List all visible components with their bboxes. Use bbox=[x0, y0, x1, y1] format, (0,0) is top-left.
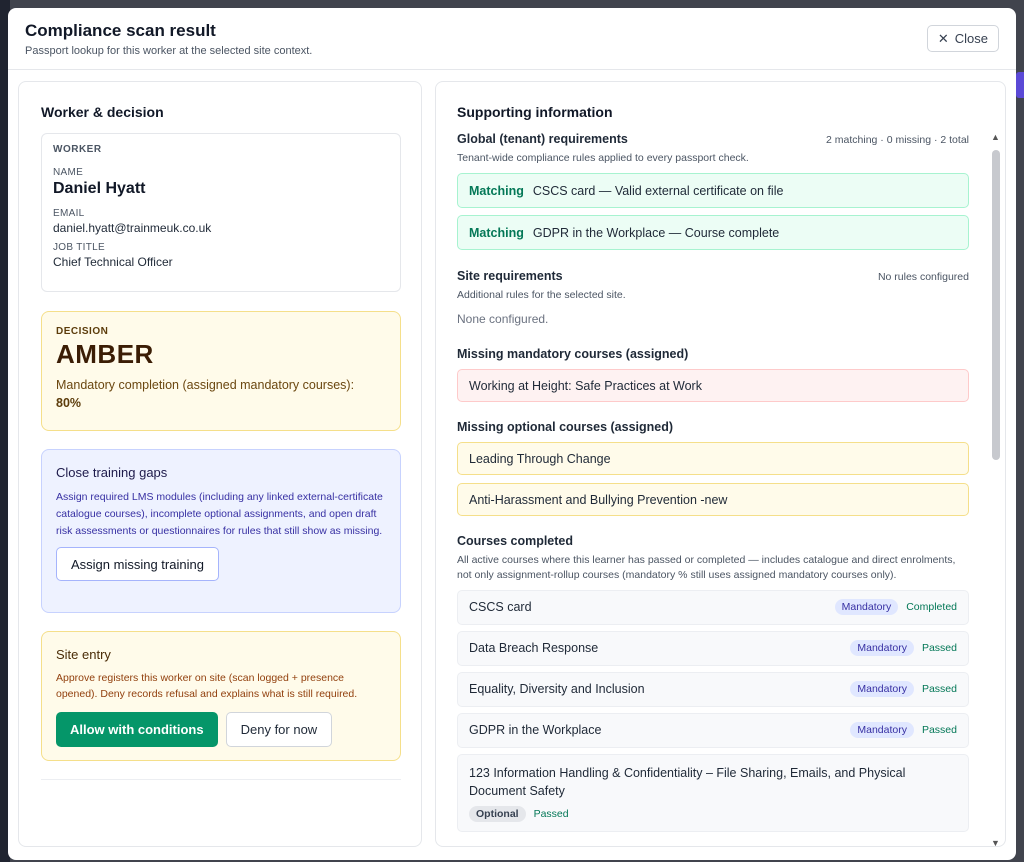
training-gaps-card: Close training gaps Assign required LMS … bbox=[41, 449, 401, 613]
matching-tag: Matching bbox=[469, 183, 524, 198]
missing-optional-title: Missing optional courses (assigned) bbox=[457, 420, 674, 435]
background-button bbox=[1016, 72, 1024, 98]
name-label: NAME bbox=[53, 167, 84, 178]
missing-mandatory-section: Missing mandatory courses (assigned) Wor… bbox=[457, 347, 969, 403]
global-requirements-description: Tenant-wide compliance rules applied to … bbox=[457, 152, 749, 164]
completed-course-row: Data Breach Response Mandatory Passed bbox=[457, 630, 969, 666]
course-name: 123 Information Handling & Confidentiali… bbox=[469, 765, 906, 798]
decision-card: DECISION AMBER Mandatory completion (ass… bbox=[41, 311, 401, 431]
modal-subtitle: Passport lookup for this worker at the s… bbox=[25, 45, 313, 57]
completed-course-row: CSCS card Mandatory Completed bbox=[457, 589, 969, 625]
requirement-item: Matching CSCS card — Valid external cert… bbox=[457, 173, 969, 209]
missing-mandatory-title: Missing mandatory courses (assigned) bbox=[457, 347, 689, 362]
worker-card: WORKER NAME Daniel Hyatt EMAIL daniel.hy… bbox=[41, 133, 401, 292]
global-requirements-summary: 2 matching · 0 missing · 2 total bbox=[826, 134, 969, 146]
courses-completed-section: Courses completed All active courses whe… bbox=[457, 534, 969, 832]
worker-name: Daniel Hyatt bbox=[53, 180, 146, 197]
site-entry-actions: Allow with conditions Deny for now bbox=[56, 711, 386, 747]
mandatory-badge: Mandatory bbox=[834, 599, 899, 616]
requirement-text: GDPR in the Workplace — Course complete bbox=[532, 225, 780, 240]
global-requirements-section: Global (tenant) requirements 2 matching … bbox=[457, 132, 969, 251]
scroll-up-arrow-icon[interactable]: ▲ bbox=[991, 132, 1000, 142]
site-requirements-section: Site requirements No rules configured Ad… bbox=[457, 269, 969, 326]
site-entry-title: Site entry bbox=[56, 647, 111, 662]
course-status: Passed bbox=[533, 807, 569, 820]
site-entry-card: Site entry Approve registers this worker… bbox=[41, 631, 401, 761]
scrollbar[interactable]: ▲ ▼ bbox=[991, 132, 1001, 846]
course-status: Passed bbox=[921, 724, 957, 737]
training-gaps-title: Close training gaps bbox=[56, 465, 168, 480]
site-requirements-title: Site requirements bbox=[457, 269, 563, 284]
mandatory-completion-percent: 80% bbox=[56, 396, 82, 411]
course-status: Passed bbox=[921, 642, 957, 655]
worker-email: daniel.hyatt@trainmeuk.co.uk bbox=[53, 221, 212, 235]
worker-decision-panel: Worker & decision WORKER NAME Daniel Hya… bbox=[18, 81, 422, 847]
optional-badge: Optional bbox=[469, 805, 526, 822]
supporting-information-scroll[interactable]: Global (tenant) requirements 2 matching … bbox=[457, 132, 969, 846]
missing-optional-item: Anti-Harassment and Bullying Prevention … bbox=[457, 483, 969, 517]
close-button-label: Close bbox=[954, 31, 988, 46]
worker-section-label: WORKER bbox=[53, 144, 102, 155]
deny-for-now-button[interactable]: Deny for now bbox=[225, 711, 333, 747]
course-status: Passed bbox=[921, 683, 957, 696]
email-label: EMAIL bbox=[53, 208, 85, 219]
missing-optional-item: Leading Through Change bbox=[457, 442, 969, 476]
course-status: Completed bbox=[906, 601, 957, 614]
courses-completed-description: All active courses where this learner ha… bbox=[457, 554, 956, 581]
completed-course-row: Equality, Diversity and Inclusion Mandat… bbox=[457, 671, 969, 707]
decision-desc-text: Mandatory completion (assigned mandatory… bbox=[56, 378, 355, 392]
course-name: Data Breach Response bbox=[469, 641, 599, 656]
modal-title: Compliance scan result bbox=[25, 21, 216, 40]
courses-completed-title: Courses completed bbox=[457, 534, 574, 549]
job-title-label: JOB TITLE bbox=[53, 242, 105, 253]
missing-optional-section: Missing optional courses (assigned) Lead… bbox=[457, 420, 969, 517]
site-entry-description: Approve registers this worker on site (s… bbox=[56, 672, 358, 700]
course-name: GDPR in the Workplace bbox=[469, 723, 602, 738]
supporting-information-panel: Supporting information Global (tenant) r… bbox=[435, 81, 1006, 847]
close-button[interactable]: ✕ Close bbox=[926, 25, 999, 52]
decision-description: Mandatory completion (assigned mandatory… bbox=[56, 376, 386, 412]
matching-tag: Matching bbox=[469, 225, 524, 240]
allow-with-conditions-button[interactable]: Allow with conditions bbox=[56, 711, 218, 747]
completed-course-row: GDPR in the Workplace Mandatory Passed bbox=[457, 712, 969, 748]
compliance-scan-modal: Compliance scan result Passport lookup f… bbox=[8, 8, 1016, 860]
close-icon: ✕ bbox=[937, 31, 949, 46]
site-requirements-summary: No rules configured bbox=[877, 271, 969, 284]
missing-mandatory-item: Working at Height: Safe Practices at Wor… bbox=[457, 369, 969, 403]
modal-header: Compliance scan result Passport lookup f… bbox=[8, 8, 1016, 70]
decision-label: DECISION bbox=[56, 326, 109, 337]
decision-value: AMBER bbox=[56, 339, 154, 369]
global-requirements-title: Global (tenant) requirements bbox=[457, 132, 628, 146]
site-requirements-none: None configured. bbox=[457, 312, 549, 327]
site-requirements-description: Additional rules for the selected site. bbox=[457, 289, 626, 302]
training-gaps-description: Assign required LMS modules (including a… bbox=[56, 491, 383, 537]
worker-job-title: Chief Technical Officer bbox=[53, 255, 173, 269]
requirement-item: Matching GDPR in the Workplace — Course … bbox=[457, 215, 969, 251]
supporting-information-title: Supporting information bbox=[457, 104, 613, 120]
worker-decision-title: Worker & decision bbox=[41, 104, 164, 120]
mandatory-badge: Mandatory bbox=[850, 722, 914, 739]
mandatory-badge: Mandatory bbox=[850, 640, 914, 657]
scroll-down-arrow-icon[interactable]: ▼ bbox=[991, 838, 1000, 846]
scrollbar-thumb[interactable] bbox=[992, 150, 1000, 460]
course-name: CSCS card bbox=[469, 600, 532, 615]
completed-course-row: 123 Information Handling & Confidentiali… bbox=[457, 753, 969, 832]
assign-missing-training-button[interactable]: Assign missing training bbox=[56, 547, 219, 582]
course-name: Equality, Diversity and Inclusion bbox=[469, 682, 645, 697]
requirement-text: CSCS card — Valid external certificate o… bbox=[532, 183, 784, 198]
mandatory-badge: Mandatory bbox=[850, 681, 914, 698]
divider bbox=[41, 779, 401, 780]
